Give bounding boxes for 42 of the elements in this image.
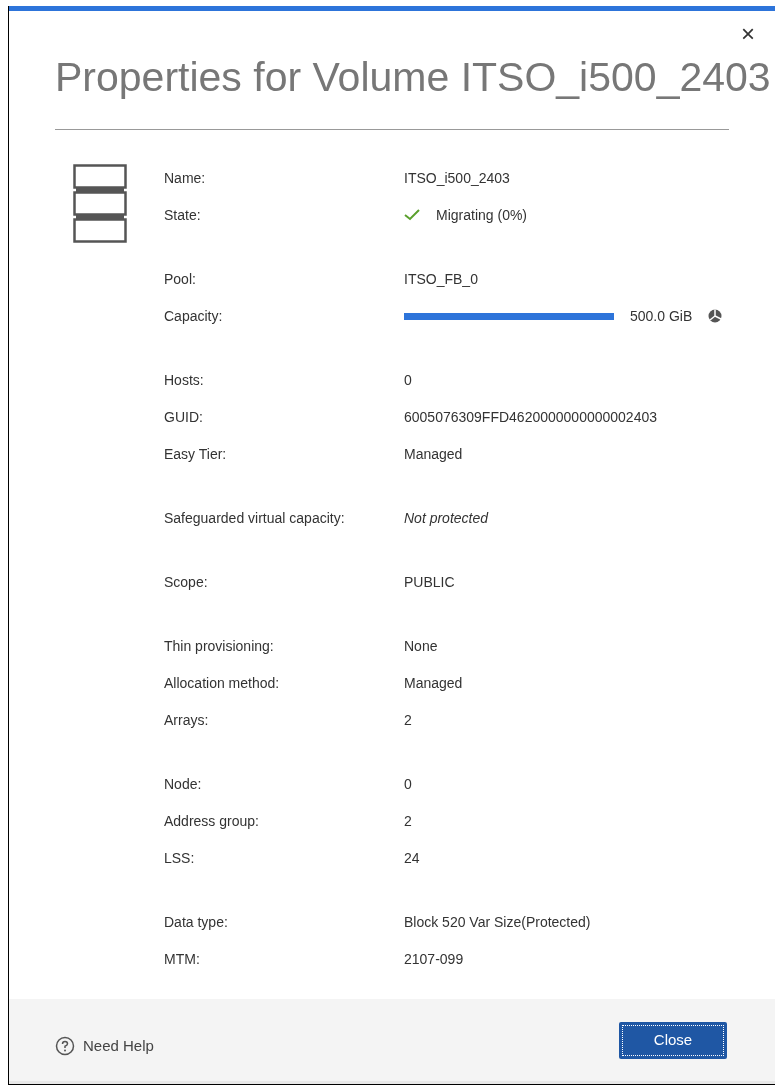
dialog-title: Properties for Volume ITSO_i500_2403: [55, 53, 772, 102]
field-value: PUBLIC: [404, 572, 455, 592]
field-label: Scope:: [164, 572, 209, 592]
field-value: 0: [404, 774, 412, 794]
field-value: ITSO_FB_0: [404, 269, 478, 289]
field-value: Not protected: [404, 508, 489, 528]
field-value: Managed: [404, 673, 463, 693]
close-button[interactable]: Close: [619, 1021, 727, 1059]
checkmark-icon: [404, 209, 420, 221]
field-label: Address group:: [164, 811, 260, 831]
field-label: Name:: [164, 168, 207, 188]
field-value: Block 520 Var Size(Protected): [404, 912, 591, 932]
field-label: State:: [164, 205, 202, 225]
pie-chart-icon: [708, 309, 723, 323]
field-label: Allocation method:: [164, 673, 281, 693]
help-link[interactable]: Need Help: [83, 1034, 154, 1058]
field-label: Safeguarded virtual capacity:: [164, 508, 346, 528]
field-value: 24: [404, 848, 420, 868]
field-label: Arrays:: [164, 710, 210, 730]
field-label: MTM:: [164, 949, 201, 969]
field-label: Easy Tier:: [164, 444, 228, 464]
field-value: 6005076309FFD4620000000000002403: [404, 407, 657, 427]
close-button[interactable]: ×: [741, 22, 755, 46]
field-label: Capacity:: [164, 306, 224, 326]
field-value: Managed: [404, 444, 463, 464]
field-label: Hosts:: [164, 370, 205, 390]
field-value: ITSO_i500_2403: [404, 168, 510, 188]
field-label: Pool:: [164, 269, 197, 289]
field-label: Thin provisioning:: [164, 636, 275, 656]
field-value: 2: [404, 811, 412, 831]
field-value: 0: [404, 370, 412, 390]
help-icon: [55, 1036, 75, 1056]
field-value: Migrating (0%): [436, 205, 528, 225]
field-label: GUID:: [164, 407, 204, 427]
field-value: 2107-099: [404, 949, 464, 969]
field-value: None: [404, 636, 438, 656]
field-label: Node:: [164, 774, 203, 794]
field-label: LSS:: [164, 848, 196, 868]
volume-icon: [73, 163, 127, 244]
field-value: 500.0 GiB: [630, 306, 693, 326]
field-label: Data type:: [164, 912, 229, 932]
field-value: 2: [404, 710, 412, 730]
